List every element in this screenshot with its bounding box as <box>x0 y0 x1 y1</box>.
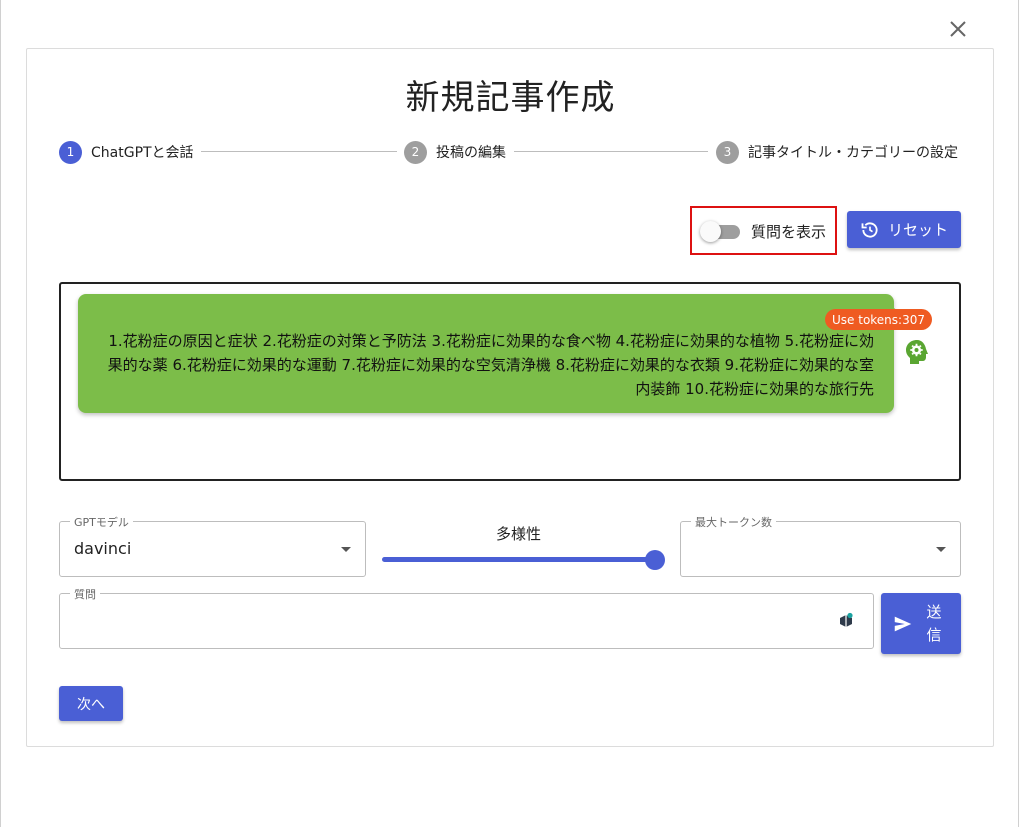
step-2[interactable]: 2 投稿の編集 <box>404 139 506 165</box>
reset-button[interactable]: リセット <box>847 211 961 248</box>
chat-message-bubble: 1.花粉症の原因と症状 2.花粉症の対策と予防法 3.花粉症に効果的な食べ物 4… <box>78 294 904 413</box>
send-icon <box>894 616 912 632</box>
diversity-slider-thumb[interactable] <box>645 550 665 570</box>
toggle-thumb[interactable] <box>700 221 721 242</box>
step-3[interactable]: 3 記事タイトル・カテゴリーの設定 <box>716 139 958 165</box>
show-question-toggle-container: 質問を表示 <box>690 206 837 255</box>
step-1-label: ChatGPTと会話 <box>91 145 194 161</box>
next-button[interactable]: 次へ <box>59 686 123 721</box>
chevron-down-icon <box>341 547 351 552</box>
step-1[interactable]: 1 ChatGPTと会話 <box>59 139 194 165</box>
send-label-line-1: 送 <box>926 603 942 621</box>
extension-icon[interactable] <box>838 612 854 630</box>
page-title: 新規記事作成 <box>405 78 616 118</box>
diversity-slider[interactable] <box>382 557 655 562</box>
send-label-line-2: 信 <box>926 626 942 644</box>
gpt-model-label: GPTモデル <box>70 514 133 530</box>
max-tokens-select[interactable]: 最大トークン数 <box>680 514 961 577</box>
step-connector <box>201 151 397 152</box>
step-3-number: 3 <box>716 140 739 164</box>
step-2-label: 投稿の編集 <box>436 145 506 161</box>
reset-label: リセット <box>887 221 948 239</box>
close-icon[interactable] <box>945 16 971 42</box>
chat-area: 1.花粉症の原因と症状 2.花粉症の対策と予防法 3.花粉症に効果的な食べ物 4… <box>59 282 961 481</box>
step-2-number: 2 <box>404 140 427 164</box>
gpt-model-select[interactable]: GPTモデル davinci <box>59 514 366 577</box>
stepper: 1 ChatGPTと会話 2 投稿の編集 3 記事タイトル・カテゴリーの設定 <box>59 139 961 165</box>
modal-dialog: 新規記事作成 1 ChatGPTと会話 2 投稿の編集 3 記事タイトル・カテゴ… <box>0 0 1019 827</box>
question-input[interactable]: 質問 <box>59 586 874 649</box>
chat-message-text: 1.花粉症の原因と症状 2.花粉症の対策と予防法 3.花粉症に効果的な食べ物 4… <box>107 332 874 398</box>
step-1-number: 1 <box>59 140 82 164</box>
chevron-down-icon <box>936 547 946 552</box>
step-connector <box>514 151 708 152</box>
question-label: 質問 <box>70 586 100 602</box>
diversity-label: 多様性 <box>495 525 541 543</box>
show-question-label: 質問を表示 <box>751 223 827 241</box>
max-tokens-label: 最大トークン数 <box>691 514 776 530</box>
history-icon <box>861 221 878 238</box>
step-3-label: 記事タイトル・カテゴリーの設定 <box>748 145 958 161</box>
send-label: 送 信 <box>925 601 943 647</box>
bot-settings-icon <box>904 338 930 366</box>
token-badge: Use tokens:307 <box>825 309 932 330</box>
send-button[interactable]: 送 信 <box>881 593 961 654</box>
gpt-model-value: davinci <box>74 539 132 558</box>
